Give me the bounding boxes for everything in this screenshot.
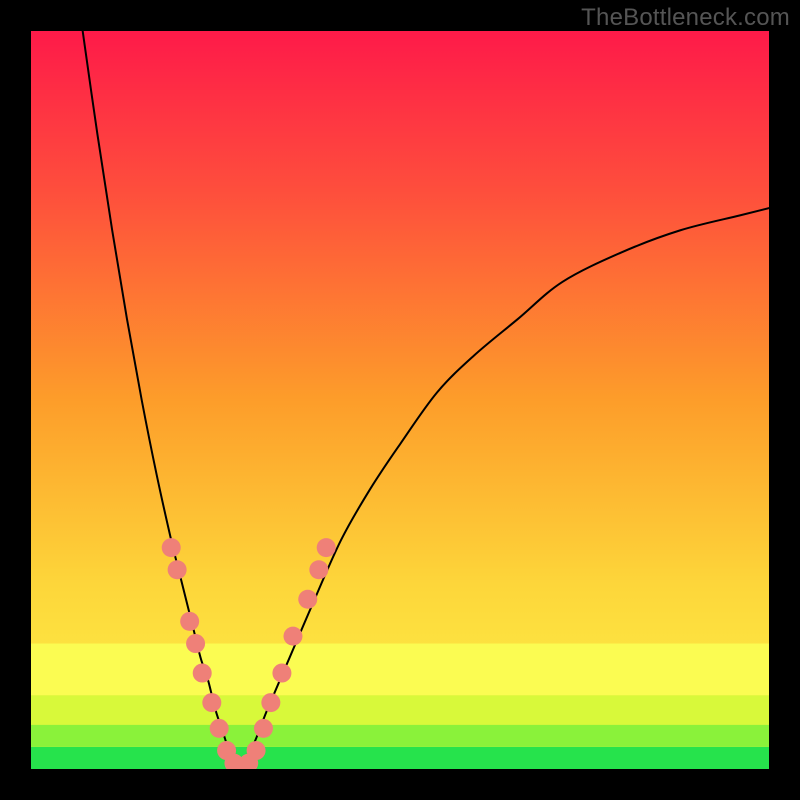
dot xyxy=(309,560,328,579)
dot xyxy=(247,741,266,760)
dot xyxy=(162,538,181,557)
dot xyxy=(193,664,212,683)
dot xyxy=(272,664,291,683)
dot xyxy=(180,612,199,631)
dot xyxy=(186,634,205,653)
curve-left-branch xyxy=(83,31,238,769)
dot xyxy=(168,560,187,579)
dot xyxy=(202,693,221,712)
dot xyxy=(317,538,336,557)
dot xyxy=(298,590,317,609)
plot-area xyxy=(31,31,769,769)
dot xyxy=(254,719,273,738)
chart-frame: TheBottleneck.com xyxy=(0,0,800,800)
curve-layer xyxy=(31,31,769,769)
watermark-label: TheBottleneck.com xyxy=(581,4,790,32)
curve-right-branch xyxy=(238,208,769,769)
dot xyxy=(283,627,302,646)
dot xyxy=(210,719,229,738)
dot xyxy=(261,693,280,712)
highlight-dots xyxy=(162,538,336,769)
